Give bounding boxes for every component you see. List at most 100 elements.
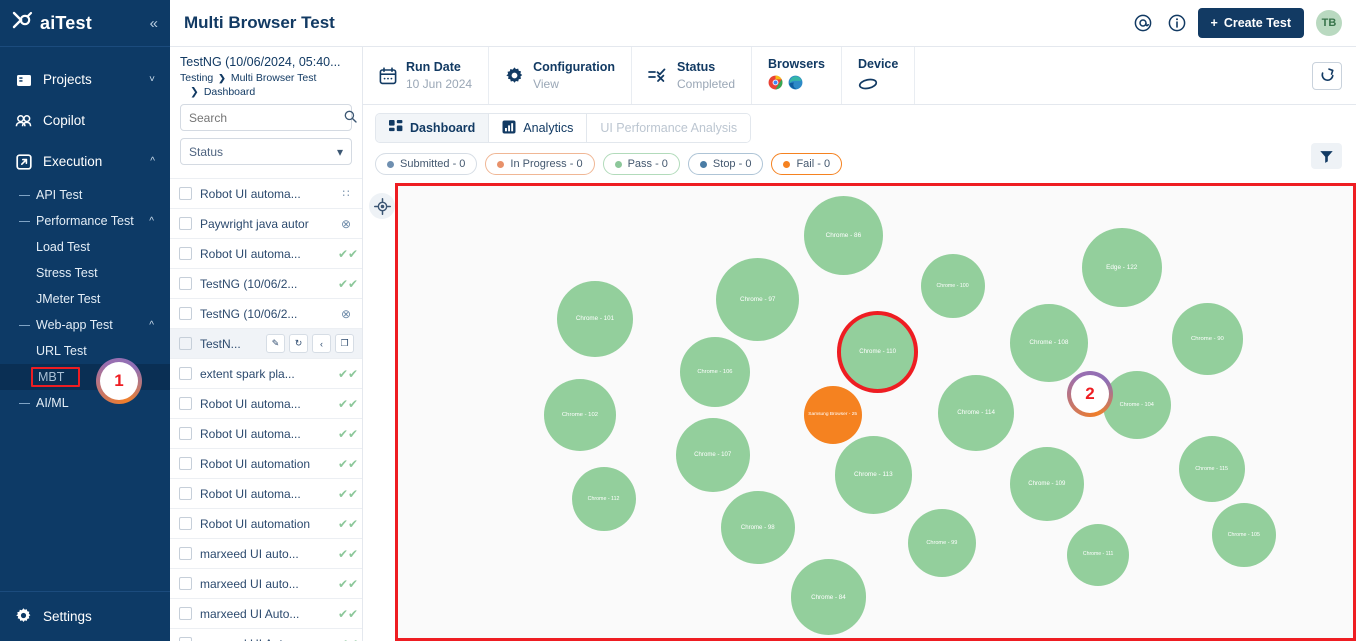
row-checkbox[interactable] [179,367,192,380]
table-row[interactable]: Robot UI automa... ✔✔ [170,418,362,448]
bubble-chrome-97[interactable]: Chrome - 97 [716,257,800,342]
toolstrip-value[interactable]: View [533,76,615,92]
info-circle-icon[interactable] [1164,10,1190,36]
row-checkbox[interactable] [179,577,192,590]
search-input[interactable] [189,110,344,125]
table-row[interactable]: marxeed UI auto... ✔✔ [170,568,362,598]
bubble-chrome-109[interactable]: Chrome - 109 [1009,446,1084,521]
bubble-edge-122[interactable]: Edge - 122 [1081,227,1162,308]
bubble-chrome-105[interactable]: Chrome - 105 [1211,503,1276,568]
toolstrip-status[interactable]: Status Completed [632,47,753,104]
bubble-chrome-112[interactable]: Chrome - 112 [571,467,636,532]
status-chip[interactable]: Pass - 0 [602,153,680,175]
table-row[interactable]: marxeed UI Auto... ✔✔ [170,628,362,641]
breadcrumb-item-multi-browser-test[interactable]: Multi Browser Test [231,72,317,84]
row-checkbox[interactable] [179,607,192,620]
copy-icon[interactable]: ❐ [335,334,354,353]
row-checkbox[interactable] [179,547,192,560]
status-chip[interactable]: Submitted - 0 [375,153,478,175]
table-row[interactable]: Robot UI automa... ✔✔ [170,388,362,418]
status-chip[interactable]: In Progress - 0 [485,153,595,175]
status-select[interactable]: Status ▾ [180,138,352,165]
row-checkbox[interactable] [179,517,192,530]
sidebar-item-projects[interactable]: Projects ˅ [0,59,170,100]
chevron-double-left-icon[interactable]: « [150,15,158,32]
tab-ui-performance-analysis[interactable]: UI Performance Analysis [587,114,751,142]
sidebar-item-url-test[interactable]: URL Test [0,338,170,364]
sidebar-item-stress-test[interactable]: Stress Test [0,260,170,286]
bubble-samsung-browser-25[interactable]: Samsung Browser - 25 [803,385,862,444]
row-checkbox[interactable] [179,247,192,260]
rerun-icon[interactable]: ↻ [289,334,308,353]
search-field[interactable] [180,104,357,131]
test-list[interactable]: Robot UI automa... ∷ Paywright java autor ⊗… [170,178,362,641]
table-row[interactable]: Robot UI automa... ✔✔ [170,238,362,268]
toolstrip-device[interactable]: Device [842,47,916,104]
bubble-chrome-86[interactable]: Chrome - 86 [803,195,884,276]
status-chip[interactable]: Fail - 0 [771,153,843,175]
row-checkbox[interactable] [179,487,192,500]
tab-dashboard[interactable]: Dashboard [376,114,490,142]
bubble-chrome-100[interactable]: Chrome - 100 [920,253,985,318]
sidebar-item-performance-test[interactable]: Performance Test ^ [0,208,170,234]
bubble-chrome-113[interactable]: Chrome - 113 [834,436,913,514]
table-row[interactable]: extent spark pla... ✔✔ [170,358,362,388]
bubble-chrome-99[interactable]: Chrome - 99 [907,508,976,577]
bubble-chrome-104[interactable]: Chrome - 104 [1102,371,1171,440]
sidebar-item-copilot[interactable]: Copilot [0,100,170,141]
row-checkbox[interactable] [179,337,192,350]
bubble-chrome-84[interactable]: Chrome - 84 [790,559,867,636]
sidebar-item-load-test[interactable]: Load Test [0,234,170,260]
table-row[interactable]: TestNG (10/06/2... ✔✔ [170,268,362,298]
create-test-button[interactable]: + Create Test [1197,8,1304,38]
bubble-chrome-101[interactable]: Chrome - 101 [557,281,633,357]
bubble-chrome-106[interactable]: Chrome - 106 [679,337,750,408]
tab-analytics[interactable]: Analytics [489,114,588,142]
table-row[interactable]: TestNG (10/06/2... ⊗ [170,298,362,328]
chart-canvas[interactable]: Chrome - 86 Edge - 122 Chrome - 97 Chrome -… [395,183,1356,641]
bubble-chrome-98[interactable]: Chrome - 98 [720,490,795,565]
filter-button[interactable] [1311,143,1342,169]
row-checkbox[interactable] [179,307,192,320]
row-checkbox[interactable] [179,277,192,290]
search-icon[interactable] [344,110,357,126]
sidebar-item-api-test[interactable]: API Test [0,182,170,208]
row-checkbox[interactable] [179,427,192,440]
sidebar-item-execution[interactable]: Execution ^ [0,141,170,182]
table-row[interactable]: Robot UI automa... ∷ [170,178,362,208]
table-row[interactable]: Robot UI automation ✔✔ [170,448,362,478]
breadcrumb-item-dashboard[interactable]: Dashboard [204,86,255,98]
bubble-chrome-102[interactable]: Chrome - 102 [544,379,616,451]
sidebar-item-ai-ml[interactable]: AI/ML [0,390,170,416]
toolstrip-browsers[interactable]: Browsers [752,47,843,104]
table-row[interactable]: Paywright java autor ⊗ [170,208,362,238]
table-row[interactable]: marxeed UI Auto... ✔✔ [170,598,362,628]
table-row[interactable]: marxeed UI auto... ✔✔ [170,538,362,568]
at-mention-icon[interactable] [1130,10,1156,36]
crosshair-target-icon[interactable] [369,193,395,219]
sidebar-item-web-app-test[interactable]: Web-app Test ^ [0,312,170,338]
bubble-chrome-90[interactable]: Chrome - 90 [1171,303,1244,376]
share-icon[interactable]: ‹ [312,334,331,353]
row-checkbox[interactable] [179,637,192,641]
row-checkbox[interactable] [179,457,192,470]
table-row[interactable]: Robot UI automation ✔✔ [170,508,362,538]
row-checkbox[interactable] [179,187,192,200]
sidebar-item-mbt[interactable]: MBT [0,364,170,390]
status-chip[interactable]: Stop - 0 [687,153,764,175]
breadcrumb-item-testing[interactable]: Testing [180,72,213,84]
bubble-chrome-115[interactable]: Chrome - 115 [1178,436,1245,503]
bubble-chrome-110[interactable]: Chrome - 110 [840,315,915,389]
table-row[interactable]: TestN... ✎ ↻ ‹ ❐ [170,328,362,358]
toolstrip-configuration[interactable]: Configuration View [489,47,632,104]
refresh-button[interactable] [1312,61,1342,90]
bubble-chrome-108[interactable]: Chrome - 108 [1010,304,1088,382]
toolstrip-run-date[interactable]: Run Date 10 Jun 2024 [363,47,490,104]
row-checkbox[interactable] [179,217,192,230]
avatar[interactable]: TB [1316,10,1342,36]
bubble-chrome-111[interactable]: Chrome - 111 [1067,523,1130,586]
sidebar-item-jmeter-test[interactable]: JMeter Test [0,286,170,312]
row-checkbox[interactable] [179,397,192,410]
bubble-chrome-107[interactable]: Chrome - 107 [675,417,750,492]
bubble-chrome-114[interactable]: Chrome - 114 [938,375,1014,451]
